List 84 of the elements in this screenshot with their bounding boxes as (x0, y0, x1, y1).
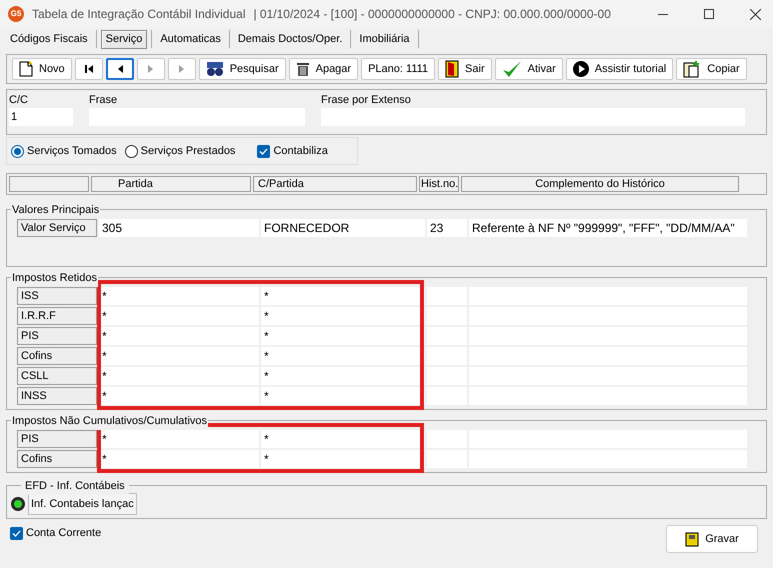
save-button[interactable]: Gravar (666, 525, 758, 553)
info-button[interactable]: Inf. Contabeis lançac (28, 493, 137, 515)
window-subtitle: | 01/10/2024 - [100] - 0000000000000 - CNPJ: 00.000.000/0000-00 (253, 6, 611, 23)
app-logo: G5 (8, 6, 24, 22)
table-cell[interactable]: * (99, 387, 259, 405)
field-label: Frase por Extenso (321, 93, 412, 108)
maximize-icon[interactable] (704, 9, 714, 19)
new-document-icon (19, 61, 33, 77)
toolbar-button[interactable]: Novo (12, 58, 72, 80)
text-field[interactable]: 1 (9, 108, 73, 126)
table-cell[interactable]: * (261, 367, 425, 385)
row-label: Valor Serviço (17, 219, 97, 237)
table-cell[interactable]: * (261, 287, 425, 305)
next-icon (146, 64, 155, 74)
checkmark-icon (502, 60, 522, 78)
play-icon (572, 61, 589, 77)
close-icon[interactable] (750, 8, 761, 20)
column-header: Hist.no. (419, 176, 459, 192)
radio-label: Serviços Tomados (27, 144, 117, 159)
table-cell[interactable]: Referente à NF Nº "999999", "FFF", "DD/MM/AA" (469, 219, 747, 237)
status-light-icon (11, 497, 25, 511)
tab[interactable]: Automaticas (156, 30, 225, 48)
group-title: Impostos Retidos (11, 270, 98, 286)
table-cell[interactable]: * (99, 347, 259, 365)
field-label: C/C (9, 93, 29, 108)
toolbar-button[interactable]: Sair (438, 58, 492, 80)
checkbox[interactable] (10, 526, 23, 540)
toolbar-button[interactable]: Apagar (288, 58, 358, 80)
radio-label: Serviços Prestados (140, 144, 236, 159)
checkbox[interactable] (257, 144, 270, 158)
group-title: Impostos Não Cumulativos/Cumulativos (11, 413, 208, 430)
table-cell[interactable]: * (261, 387, 425, 405)
last-record-icon (178, 64, 186, 74)
column-header: Partida (91, 176, 251, 192)
radio-button[interactable] (124, 144, 138, 158)
clipboard-icon (683, 60, 702, 78)
trash-icon (296, 61, 310, 77)
toolbar-button[interactable]: Copiar (676, 58, 747, 80)
window-title: Tabela de Integração Contábil Individual (32, 6, 246, 23)
tab[interactable]: Demais Doctos/Oper. (234, 30, 346, 48)
column-header: C/Partida (253, 176, 417, 192)
first-record-icon (84, 64, 94, 74)
binoculars-icon (206, 61, 224, 77)
table-cell[interactable]: * (261, 307, 425, 325)
toolbar-button[interactable]: Assistir tutorial (566, 58, 674, 80)
tab[interactable]: Serviço (100, 30, 148, 48)
save-icon (685, 531, 700, 547)
row-label: PIS (17, 327, 97, 345)
row-label: CSLL (17, 367, 97, 385)
toolbar-button[interactable]: Pesquisar (198, 58, 286, 80)
row-label: I.R.R.F (17, 307, 97, 325)
table-cell[interactable]: * (99, 450, 259, 468)
navigation-button[interactable] (106, 58, 134, 80)
group-title: EFD - Inf. Contábeis (21, 478, 129, 494)
toolbar-button[interactable]: PLano: 1111 (361, 58, 436, 80)
table-cell[interactable]: * (99, 430, 259, 448)
table-cell[interactable]: 23 (427, 219, 467, 237)
tab[interactable]: Códigos Fiscais (6, 30, 92, 48)
table-cell[interactable]: * (261, 430, 425, 448)
table-cell[interactable]: * (261, 450, 425, 468)
row-label: INSS (17, 387, 97, 405)
table-cell[interactable]: * (99, 287, 259, 305)
table-cell[interactable]: * (99, 327, 259, 345)
row-label: PIS (17, 430, 97, 448)
row-label: Cofins (17, 347, 97, 365)
row-label: ISS (17, 287, 97, 305)
table-cell[interactable]: * (261, 347, 425, 365)
column-header: Complemento do Histórico (461, 176, 739, 192)
tab[interactable]: Imobiliária (355, 30, 414, 48)
checkbox-label: Contabiliza (273, 144, 328, 159)
checkbox-label: Conta Corrente (26, 526, 102, 541)
row-label: Cofins (17, 450, 97, 468)
toolbar-button[interactable]: Ativar (494, 58, 563, 80)
table-cell[interactable]: * (99, 367, 259, 385)
table-cell[interactable]: FORNECEDOR (261, 219, 425, 237)
table-cell[interactable]: 305 (99, 219, 259, 237)
radio-button[interactable] (11, 144, 24, 158)
field-label: Frase (89, 93, 118, 108)
table-cell[interactable]: * (261, 327, 425, 345)
previous-icon (116, 64, 124, 74)
table-cell[interactable]: * (99, 307, 259, 325)
door-icon (445, 60, 460, 78)
group-title: Valores Principais (11, 202, 100, 218)
navigation-button[interactable] (74, 58, 103, 80)
